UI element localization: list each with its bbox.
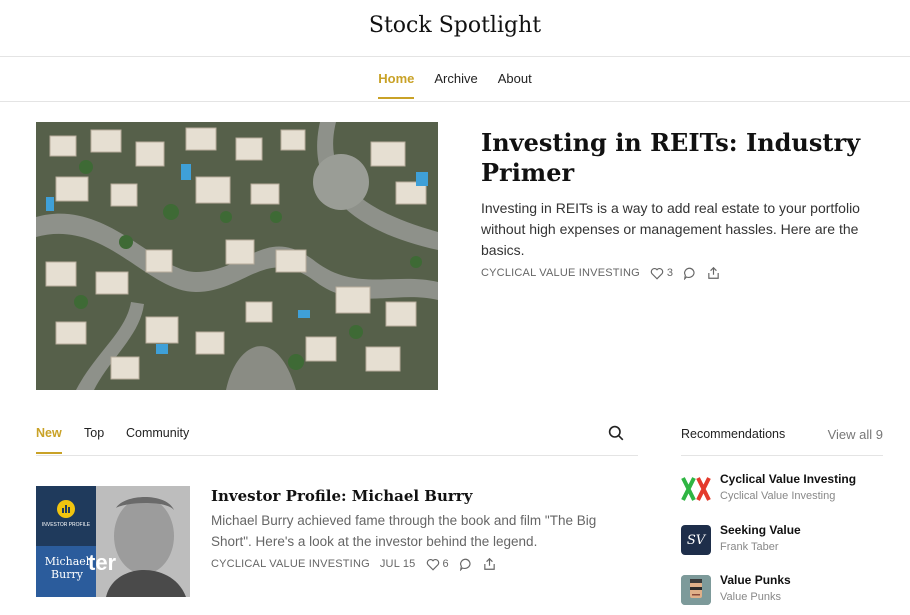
nav-divider: [0, 101, 910, 102]
post-subtitle: Michael Burry achieved fame through the …: [211, 513, 597, 549]
share-button[interactable]: [483, 557, 496, 571]
heart-icon: [650, 267, 664, 280]
xx-logo-icon: [681, 474, 711, 504]
recommendation-author: Frank Taber: [720, 541, 779, 553]
recommendations-header: Recommendations View all 9: [681, 427, 883, 442]
recommendation-item[interactable]: SV Seeking Value Frank Taber: [681, 523, 891, 559]
recommendation-author: Cyclical Value Investing: [720, 490, 836, 502]
post-publication[interactable]: CYCLICAL VALUE INVESTING: [211, 558, 370, 570]
post-date: JUL 15: [379, 558, 416, 570]
recommendation-name: Seeking Value: [720, 523, 801, 537]
featured-publication[interactable]: CYCLICAL VALUE INVESTING: [481, 267, 640, 279]
comment-button[interactable]: [683, 267, 697, 280]
comment-icon: [459, 558, 471, 571]
share-button[interactable]: [707, 266, 720, 280]
share-icon: [484, 557, 495, 570]
featured-subtitle: Investing in REITs is a way to add real …: [481, 200, 860, 258]
view-all-link[interactable]: View all 9: [828, 427, 883, 442]
comment-button[interactable]: [459, 558, 473, 571]
top-nav: Home Archive About: [0, 71, 910, 99]
tab-top[interactable]: Top: [84, 426, 104, 452]
search-icon: [608, 425, 624, 441]
thumb-partial-text: ter: [88, 550, 117, 575]
recommendation-name: Cyclical Value Investing: [720, 472, 857, 486]
nav-about[interactable]: About: [498, 71, 532, 99]
recommendation-name: Value Punks: [720, 573, 791, 587]
tabs-divider: [36, 455, 638, 456]
like-button[interactable]: 6: [426, 558, 449, 571]
recommendation-author: Value Punks: [720, 591, 781, 603]
featured-title[interactable]: Investing in REITs: Industry Primer: [481, 128, 891, 188]
like-count: 3: [666, 267, 674, 279]
publication-title[interactable]: Stock Spotlight: [0, 13, 910, 38]
recommendation-item[interactable]: Value Punks Value Punks: [681, 573, 891, 609]
thumb-badge: INVESTOR PROFILE: [41, 522, 91, 528]
post-thumbnail[interactable]: INVESTOR PROFILE Michael Burry ter: [36, 486, 190, 597]
comment-icon: [684, 267, 695, 280]
punk-avatar-icon: [681, 575, 711, 605]
recommendations-divider: [681, 455, 883, 456]
recommendations-heading: Recommendations: [681, 427, 786, 441]
featured-image[interactable]: [36, 122, 438, 390]
post-meta: CYCLICAL VALUE INVESTING JUL 15 6: [211, 557, 496, 571]
aerial-neighborhood-photo: [36, 122, 438, 390]
like-button[interactable]: 3: [650, 267, 673, 280]
post-title[interactable]: Investor Profile: Michael Burry: [211, 487, 472, 505]
like-count: 6: [442, 558, 449, 570]
nav-archive[interactable]: Archive: [434, 71, 477, 99]
tab-new[interactable]: New: [36, 426, 62, 454]
header-divider: [0, 56, 910, 57]
sv-logo-icon: SV: [681, 525, 711, 555]
featured-meta: CYCLICAL VALUE INVESTING 3: [481, 266, 720, 280]
nav-home[interactable]: Home: [378, 71, 415, 99]
search-button[interactable]: [608, 425, 624, 446]
recommendation-item[interactable]: Cyclical Value Investing Cyclical Value …: [681, 472, 891, 508]
sv-logo-text: SV: [686, 532, 706, 548]
feed-tabs: New Top Community: [36, 425, 638, 456]
share-icon: [708, 266, 719, 279]
heart-icon: [426, 558, 439, 571]
tab-community[interactable]: Community: [126, 426, 189, 452]
